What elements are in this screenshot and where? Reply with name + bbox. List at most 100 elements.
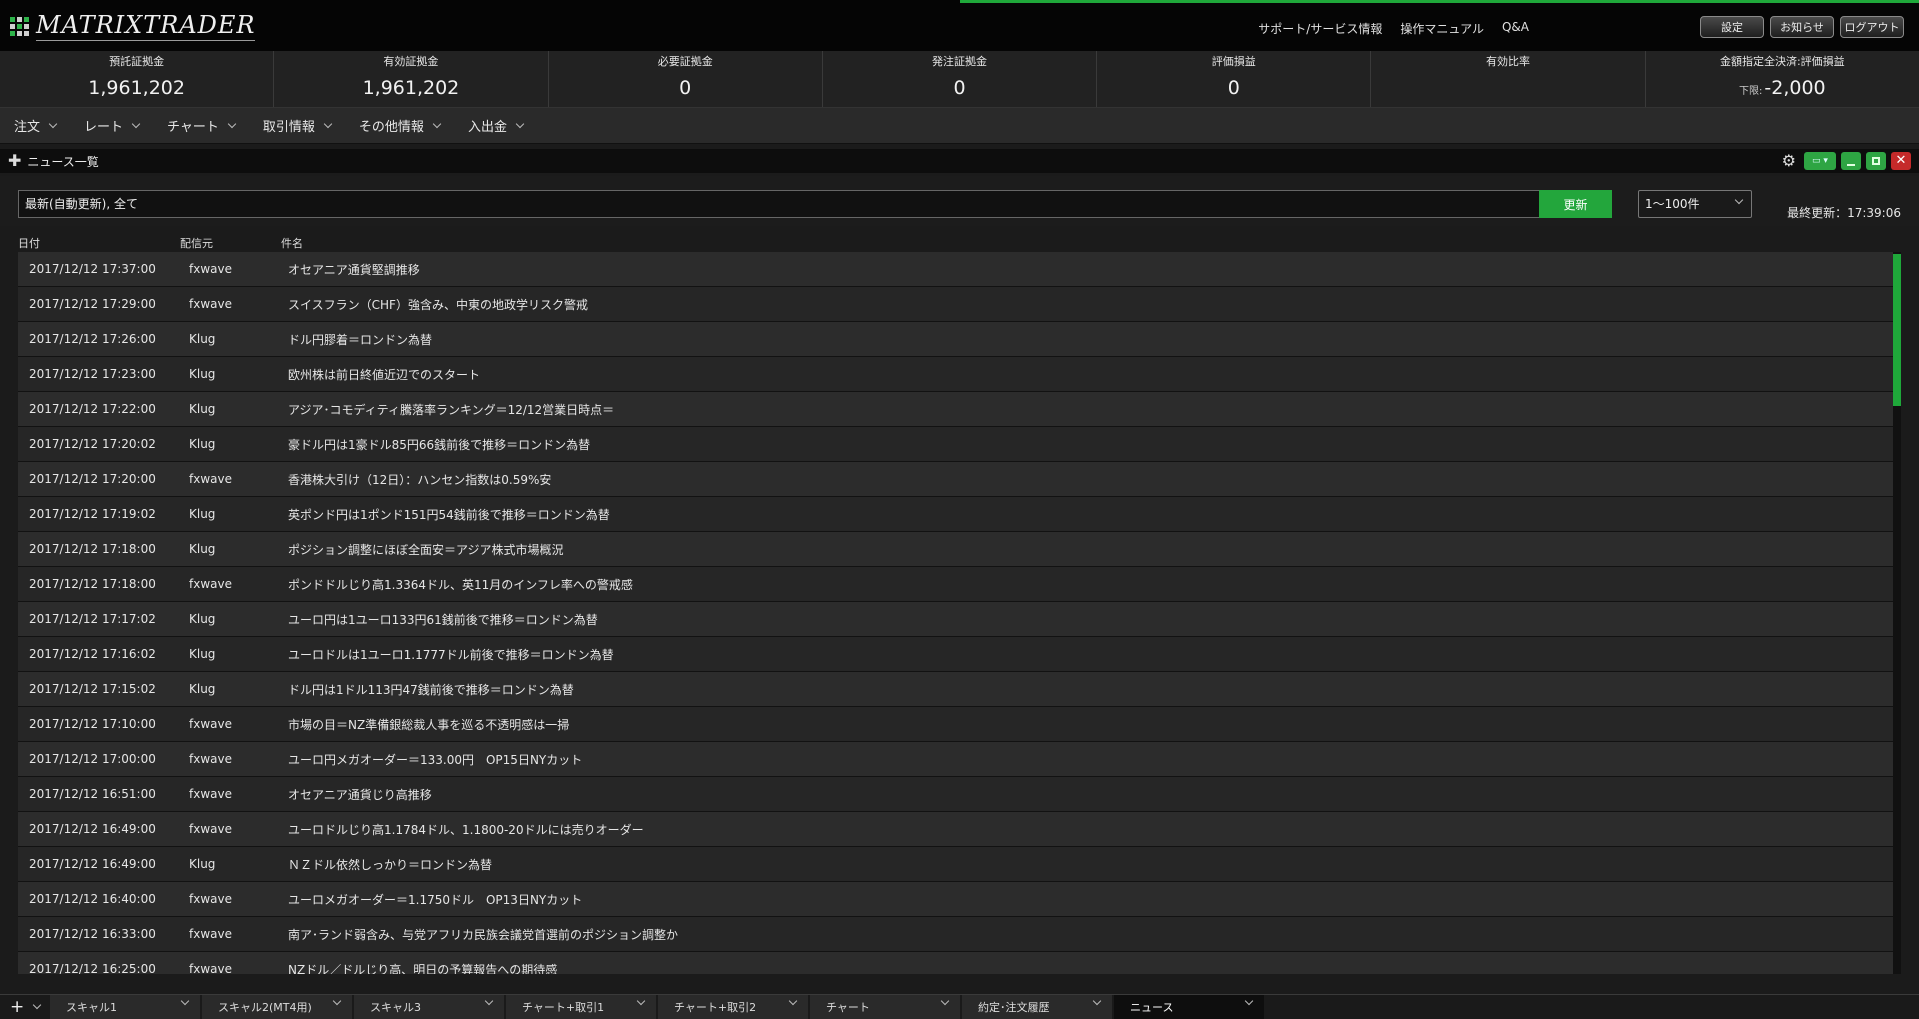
chevron-down-icon[interactable] — [180, 996, 190, 1006]
table-row[interactable]: 2017/12/12 17:37:00 fxwave オセアニア通貨堅調推移 — [18, 252, 1893, 287]
news-title: ポジション調整にほぼ全面安＝アジア株式市場概況 — [288, 542, 564, 557]
qa-link[interactable]: Q&A — [1502, 20, 1529, 37]
move-icon[interactable]: ✚ — [8, 153, 21, 169]
minimize-button[interactable] — [1841, 151, 1861, 170]
news-title: アジア･コモディティ騰落率ランキング＝12/12営業日時点＝ — [288, 402, 615, 417]
chevron-down-icon[interactable] — [1244, 996, 1254, 1006]
gear-icon[interactable]: ⚙ — [1782, 151, 1796, 170]
table-row[interactable]: 2017/12/12 16:40:00 fxwave ユーロメガオーダー＝1.175… — [18, 882, 1893, 917]
news-source: fxwave — [189, 472, 232, 486]
news-date: 2017/12/12 17:29:00 — [29, 297, 156, 311]
table-row[interactable]: 2017/12/12 17:22:00 Klug アジア･コモディティ騰落率ランキン… — [18, 392, 1893, 427]
chevron-down-icon[interactable] — [332, 996, 342, 1006]
workspace-tab[interactable]: 約定･注文履歴 — [962, 995, 1112, 1019]
support-link[interactable]: サポート/サービス情報 — [1258, 20, 1382, 37]
workspace-tabs: + スキャル1 スキャル2(MT4用) スキャル3 チャート+取引1 チャート+取引2 チ… — [0, 994, 1919, 1019]
chevron-down-icon — [227, 119, 237, 128]
scrollbar-thumb[interactable] — [1893, 254, 1901, 406]
add-tab-button[interactable]: + — [0, 995, 50, 1019]
workspace-tab[interactable]: チャート — [810, 995, 960, 1019]
maximize-button[interactable] — [1866, 151, 1886, 170]
table-row[interactable]: 2017/12/12 16:49:00 Klug ＮＺドル依然しっかり＝ロンドン為替 — [18, 847, 1893, 882]
menu-rate[interactable]: レート — [84, 116, 141, 135]
update-button[interactable]: 更新 — [1539, 190, 1612, 218]
news-title: オセアニア通貨じり高推移 — [288, 787, 432, 802]
news-title: 南ア･ランド弱含み、与党アフリカ民族会議党首選前のポジション調整か — [288, 927, 679, 942]
chevron-down-icon[interactable] — [636, 996, 646, 1006]
chevron-down-icon — [323, 119, 333, 128]
news-title: ドル円は1ドル113円47銭前後で推移＝ロンドン為替 — [288, 682, 574, 697]
chevron-down-icon[interactable] — [940, 996, 950, 1006]
news-date: 2017/12/12 17:18:00 — [29, 577, 156, 591]
news-source: Klug — [189, 612, 216, 626]
news-source: Klug — [189, 857, 216, 871]
layout-menu-button[interactable]: ▭ ▾ — [1804, 151, 1836, 170]
news-source: fxwave — [189, 927, 232, 941]
minimize-icon — [1847, 163, 1855, 166]
manual-link[interactable]: 操作マニュアル — [1400, 20, 1484, 37]
close-icon: ✕ — [1895, 153, 1907, 168]
news-source: fxwave — [189, 717, 232, 731]
table-row[interactable]: 2017/12/12 17:29:00 fxwave スイスフラン（CHF）強含み、… — [18, 287, 1893, 322]
workspace-tab[interactable]: チャート+取引1 — [506, 995, 656, 1019]
table-row[interactable]: 2017/12/12 17:15:02 Klug ドル円は1ドル113円47銭前後で… — [18, 672, 1893, 707]
account-summary: 預託証拠金 1,961,202 有効証拠金 1,961,202 必要証拠金 0 … — [0, 51, 1919, 108]
table-row[interactable]: 2017/12/12 17:26:00 Klug ドル円膠着＝ロンドン為替 — [18, 322, 1893, 357]
column-title[interactable]: 件名 — [281, 235, 303, 251]
settings-button[interactable]: 設定 — [1700, 16, 1764, 38]
table-row[interactable]: 2017/12/12 16:51:00 fxwave オセアニア通貨じり高推移 — [18, 777, 1893, 812]
table-row[interactable]: 2017/12/12 16:49:00 fxwave ユーロドルじり高1.1784ド… — [18, 812, 1893, 847]
workspace-tab[interactable]: スキャル3 — [354, 995, 504, 1019]
workspace-tab[interactable]: チャート+取引2 — [658, 995, 808, 1019]
news-date: 2017/12/12 17:10:00 — [29, 717, 156, 731]
news-filter-input[interactable]: 最新(自動更新), 全て — [18, 190, 1540, 218]
panel-controls: ⚙ ▭ ▾ ✕ — [1782, 151, 1911, 170]
news-source: fxwave — [189, 962, 232, 974]
table-row[interactable]: 2017/12/12 17:16:02 Klug ユーロドルは1ユーロ1.1777ド… — [18, 637, 1893, 672]
notice-button[interactable]: お知らせ — [1770, 16, 1834, 38]
table-row[interactable]: 2017/12/12 17:18:00 Klug ポジション調整にほぼ全面安＝アジア… — [18, 532, 1893, 567]
table-row[interactable]: 2017/12/12 17:20:02 Klug 豪ドル円は1豪ドル85円66銭前後… — [18, 427, 1893, 462]
news-title: ＮＺドル依然しっかり＝ロンドン為替 — [288, 857, 493, 872]
news-source: Klug — [189, 437, 216, 451]
menu-other-info[interactable]: その他情報 — [359, 116, 442, 135]
news-date: 2017/12/12 17:16:02 — [29, 647, 156, 661]
table-row[interactable]: 2017/12/12 17:18:00 fxwave ポンドドルじり高1.3364ド… — [18, 567, 1893, 602]
chevron-down-icon[interactable] — [1092, 996, 1102, 1006]
chevron-down-icon — [33, 1000, 42, 1010]
workspace-tab[interactable]: ニュース — [1114, 995, 1264, 1019]
news-title: 市場の目＝NZ準備銀総裁人事を巡る不透明感は一掃 — [288, 717, 570, 732]
column-date[interactable]: 日付 — [18, 235, 40, 251]
logo-grid-icon — [10, 14, 30, 38]
table-row[interactable]: 2017/12/12 17:19:02 Klug 英ポンド円は1ポンド151円54銭… — [18, 497, 1893, 532]
news-date: 2017/12/12 17:17:02 — [29, 612, 156, 626]
table-row[interactable]: 2017/12/12 17:10:00 fxwave 市場の目＝NZ準備銀総裁人事を… — [18, 707, 1893, 742]
column-source[interactable]: 配信元 — [180, 235, 213, 251]
range-select[interactable]: 1～100件 — [1638, 190, 1752, 218]
table-row[interactable]: 2017/12/12 16:33:00 fxwave 南ア･ランド弱含み、与党アフリ… — [18, 917, 1893, 952]
close-button[interactable]: ✕ — [1891, 151, 1911, 170]
table-row[interactable]: 2017/12/12 17:00:00 fxwave ユーロ円メガオーダー＝133.… — [18, 742, 1893, 777]
summary-bulk-settle[interactable]: 金額指定全決済:評価損益 下限: -2,000 — [1645, 51, 1919, 107]
menu-chart[interactable]: チャート — [167, 116, 237, 135]
news-source: fxwave — [189, 752, 232, 766]
table-row[interactable]: 2017/12/12 17:20:00 fxwave 香港株大引け（12日）：ハンセ… — [18, 462, 1893, 497]
logout-button[interactable]: ログアウト — [1840, 16, 1904, 38]
chevron-down-icon[interactable] — [484, 996, 494, 1006]
header-links: サポート/サービス情報 操作マニュアル Q&A — [1258, 20, 1529, 37]
workspace-tab[interactable]: スキャル1 — [50, 995, 200, 1019]
column-header: 日付 配信元 件名 — [0, 232, 1919, 252]
scrollbar[interactable] — [1893, 252, 1901, 974]
news-source: Klug — [189, 542, 216, 556]
news-date: 2017/12/12 16:49:00 — [29, 857, 156, 871]
table-row[interactable]: 2017/12/12 17:17:02 Klug ユーロ円は1ユーロ133円61銭前… — [18, 602, 1893, 637]
chevron-down-icon[interactable] — [788, 996, 798, 1006]
table-row[interactable]: 2017/12/12 16:25:00 fxwave NZドル／ドルじり高、明日の予… — [18, 952, 1893, 974]
table-row[interactable]: 2017/12/12 17:23:00 Klug 欧州株は前日終値近辺でのスタート — [18, 357, 1893, 392]
menu-trade-info[interactable]: 取引情報 — [263, 116, 333, 135]
news-title: 豪ドル円は1豪ドル85円66銭前後で推移＝ロンドン為替 — [288, 437, 591, 452]
menu-deposit-withdraw[interactable]: 入出金 — [468, 116, 525, 135]
news-date: 2017/12/12 17:19:02 — [29, 507, 156, 521]
menu-order[interactable]: 注文 — [14, 116, 58, 135]
workspace-tab[interactable]: スキャル2(MT4用) — [202, 995, 352, 1019]
